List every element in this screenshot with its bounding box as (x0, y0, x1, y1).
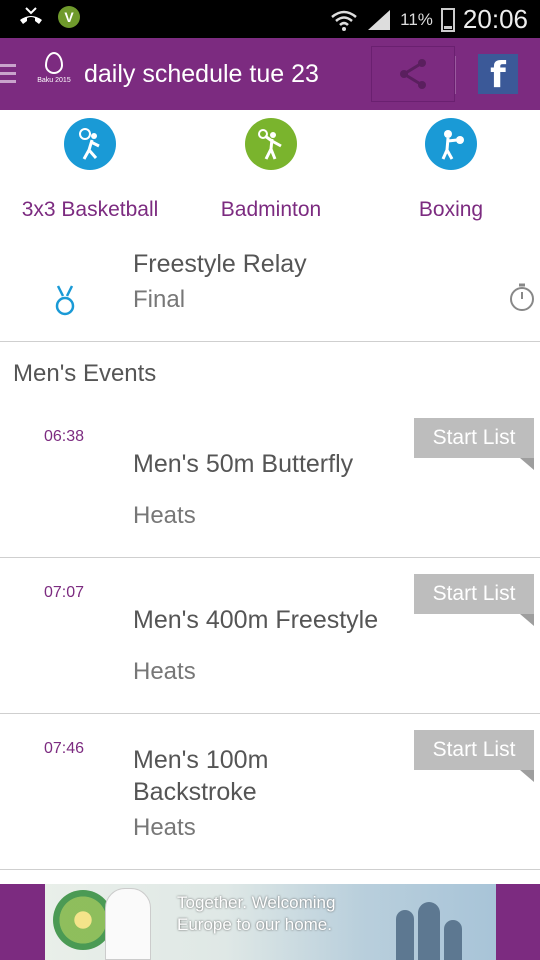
logo-text: Baku 2015 (37, 77, 71, 84)
event-phase: Heats (133, 658, 196, 685)
medal-icon (55, 285, 75, 316)
signal-icon (368, 9, 391, 30)
event-name: Freestyle Relay (133, 250, 307, 278)
bp-logo (53, 890, 113, 950)
event-row-relay[interactable]: Freestyle Relay Final (0, 240, 540, 342)
sport-label: Boxing (418, 198, 484, 221)
share-icon (400, 59, 426, 89)
event-row[interactable]: 06:38 Men's 50m Butterfly Heats Start Li… (0, 402, 540, 558)
clock: 20:06 (462, 4, 528, 34)
badminton-icon (245, 118, 297, 170)
sport-boxing[interactable]: Boxing (398, 118, 504, 222)
ad-banner[interactable]: Together. Welcoming Europe to our home. (0, 884, 540, 960)
ad-tagline-line2: Europe to our home. (177, 915, 332, 934)
section-title: Men's Events (13, 360, 157, 387)
missed-call-icon (20, 7, 42, 24)
sport-label: Badminton (220, 198, 322, 221)
battery-percent: 11% (400, 9, 433, 29)
ad-tagline: Together. Welcoming Europe to our home. (177, 892, 335, 936)
status-bar: V 11% 20:06 (0, 0, 540, 38)
baku-2015-logo[interactable]: Baku 2015 (36, 52, 72, 96)
event-phase: Final (133, 286, 186, 313)
event-name: Men's 100m Backstroke (133, 746, 269, 806)
event-time: 07:46 (44, 740, 85, 757)
start-list-button[interactable]: Start List (414, 418, 534, 470)
event-phase: Heats (133, 814, 196, 841)
flame-towers (396, 902, 466, 960)
button-label: Start List (432, 426, 516, 449)
page-title: daily schedule tue 23 (84, 60, 319, 88)
appbar-divider (455, 56, 456, 94)
facebook-button[interactable]: f (478, 54, 518, 96)
start-list-button[interactable]: Start List (414, 574, 534, 626)
event-name: Men's 400m Freestyle (133, 606, 379, 634)
share-button[interactable] (371, 46, 455, 102)
boxing-icon (425, 118, 477, 170)
basketball-icon (64, 118, 116, 170)
event-phase: Heats (133, 502, 196, 529)
menu-icon[interactable] (0, 64, 16, 84)
stopwatch-icon (510, 283, 534, 311)
event-time: 07:07 (44, 584, 85, 601)
app-notification-icon: V (58, 6, 80, 28)
button-label: Start List (432, 738, 516, 761)
event-row[interactable]: 07:07 Men's 400m Freestyle Heats Start L… (0, 558, 540, 714)
wifi-icon (331, 10, 357, 31)
event-row[interactable]: 07:46 Men's 100m Backstroke Heats Start … (0, 714, 540, 870)
ad-image[interactable]: Together. Welcoming Europe to our home. (45, 884, 496, 960)
event-name: Men's 50m Butterfly (133, 450, 354, 478)
sport-basketball[interactable]: 3x3 Basketball (10, 118, 170, 222)
event-time: 06:38 (44, 428, 85, 445)
athlete-figure (105, 888, 151, 960)
ad-tagline-line1: Together. Welcoming (177, 893, 336, 912)
sport-badminton[interactable]: Badminton (196, 118, 346, 222)
sports-row: 3x3 Basketball Badminton Boxing (0, 110, 540, 240)
facebook-icon: f (490, 55, 506, 96)
button-label: Start List (432, 582, 516, 605)
battery-icon (440, 7, 455, 32)
app-bar: Baku 2015 daily schedule tue 23 f (0, 38, 540, 110)
start-list-button[interactable]: Start List (414, 730, 534, 782)
sport-label: 3x3 Basketball (21, 198, 159, 221)
